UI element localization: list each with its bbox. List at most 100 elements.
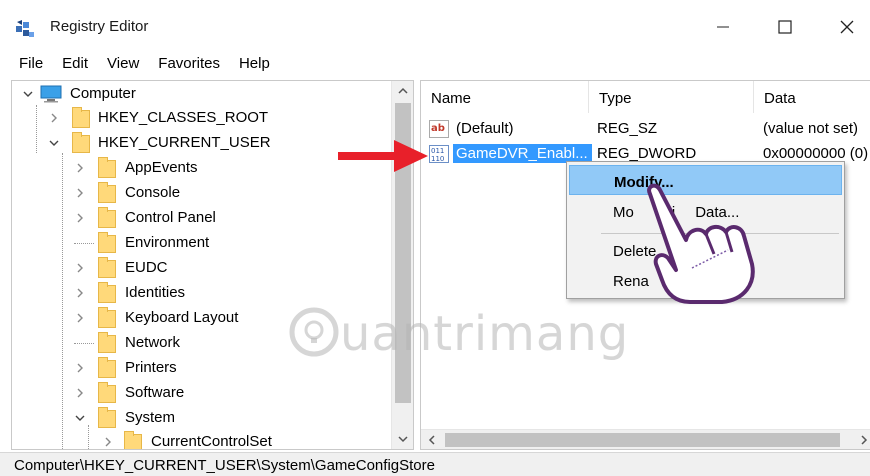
tree-label: HKEY_CLASSES_ROOT [98, 109, 269, 126]
chevron-right-icon[interactable] [74, 387, 86, 399]
chevron-up-icon [398, 87, 408, 94]
folder-icon [98, 307, 116, 328]
chevron-right-icon[interactable] [74, 187, 86, 199]
folder-icon [98, 232, 116, 253]
value-type: REG_SZ [597, 120, 658, 137]
chevron-right-icon[interactable] [74, 262, 86, 274]
column-header-data[interactable]: Data [754, 81, 870, 113]
tree-label: HKEY_CURRENT_USER [98, 134, 271, 151]
tree-label: Software [125, 384, 185, 401]
value-row-default[interactable]: ab (Default) REG_SZ (value not set) [427, 117, 867, 141]
tree-item-console[interactable]: Console [12, 181, 392, 205]
tree-label: Environment [125, 234, 210, 251]
close-button[interactable] [824, 10, 870, 44]
pointing-hand-icon [647, 183, 755, 304]
chevron-right-icon[interactable] [48, 112, 60, 124]
folder-icon [98, 332, 116, 353]
chevron-down-icon[interactable] [74, 412, 86, 424]
folder-icon [98, 407, 116, 428]
registry-editor-icon [16, 20, 34, 37]
key-tree[interactable]: Computer HKEY_CLASSES_ROOT HKEY_CURRENT_… [11, 80, 414, 450]
tree-label: System [125, 409, 176, 426]
close-icon [840, 20, 854, 34]
chevron-right-icon[interactable] [74, 287, 86, 299]
folder-icon [98, 282, 116, 303]
tree-item-software[interactable]: Software [12, 381, 392, 405]
watermark: uantrimang [288, 306, 629, 362]
svg-text:011: 011 [431, 147, 444, 155]
chevron-right-icon[interactable] [859, 434, 869, 446]
menu-bar: File Edit View Favorites Help [0, 52, 870, 76]
tree-item-identities[interactable]: Identities [12, 281, 392, 305]
string-value-icon: ab [429, 120, 449, 138]
folder-icon [98, 157, 116, 178]
folder-icon [124, 431, 142, 449]
maximize-icon [778, 20, 792, 34]
title-bar: Registry Editor [0, 0, 870, 52]
folder-icon [98, 382, 116, 403]
svg-text:110: 110 [431, 155, 444, 163]
tree-label: Keyboard Layout [125, 309, 239, 326]
tree-item-system[interactable]: System [12, 406, 392, 430]
value-data: (value not set) [763, 120, 859, 137]
tree-item-eudc[interactable]: EUDC [12, 256, 392, 280]
tree-item-environment[interactable]: Environment [12, 231, 392, 255]
menu-view[interactable]: View [107, 52, 147, 76]
tree-item-hkey-current-user[interactable]: HKEY_CURRENT_USER [12, 131, 392, 155]
status-bar: Computer\HKEY_CURRENT_USER\System\GameCo… [0, 452, 870, 476]
chevron-down-icon[interactable] [22, 88, 34, 100]
svg-text:ab: ab [431, 123, 445, 134]
chevron-right-icon[interactable] [102, 436, 114, 448]
tree-item-control-panel[interactable]: Control Panel [12, 206, 392, 230]
column-header-type[interactable]: Type [589, 81, 754, 113]
list-horizontal-scrollbar[interactable] [421, 429, 870, 449]
minimize-button[interactable] [700, 10, 746, 44]
menu-help[interactable]: Help [239, 52, 278, 76]
tree-label: Printers [125, 359, 177, 376]
tree-vertical-scrollbar[interactable] [391, 81, 413, 449]
minimize-icon [717, 26, 729, 28]
chevron-down-icon[interactable] [48, 137, 60, 149]
tree-label: Computer [70, 85, 136, 102]
tree-item-appevents[interactable]: AppEvents [12, 156, 392, 180]
tree-item-currentcontrolset[interactable]: CurrentControlSet [12, 430, 392, 450]
tree-label: Network [125, 334, 181, 351]
computer-icon [40, 85, 62, 103]
window-title: Registry Editor [50, 18, 149, 35]
value-type: REG_DWORD [597, 145, 697, 162]
tree-label: Console [125, 184, 181, 201]
tree-label: EUDC [125, 259, 168, 276]
scroll-up-button[interactable] [392, 81, 413, 101]
tree-label: Control Panel [125, 209, 216, 226]
scroll-down-button[interactable] [392, 429, 413, 449]
menu-edit[interactable]: Edit [62, 52, 96, 76]
folder-icon [98, 182, 116, 203]
folder-icon [72, 132, 90, 153]
tree-label: Identities [125, 284, 186, 301]
chevron-right-icon[interactable] [74, 212, 86, 224]
tree-label: CurrentControlSet [151, 433, 272, 450]
chevron-right-icon[interactable] [74, 362, 86, 374]
tree-guide [74, 343, 94, 344]
maximize-button[interactable] [762, 10, 808, 44]
menu-file[interactable]: File [19, 52, 51, 76]
value-name: (Default) [456, 120, 514, 137]
tree-label: AppEvents [125, 159, 198, 176]
tree-item-hkey-classes-root[interactable]: HKEY_CLASSES_ROOT [12, 106, 392, 130]
value-data: 0x00000000 (0) [763, 145, 869, 162]
tree-guide [74, 243, 94, 244]
scroll-thumb[interactable] [445, 433, 840, 447]
menu-favorites[interactable]: Favorites [158, 52, 228, 76]
folder-icon [72, 107, 90, 128]
chevron-left-icon[interactable] [427, 434, 437, 446]
folder-icon [98, 357, 116, 378]
folder-icon [98, 207, 116, 228]
chevron-right-icon[interactable] [74, 312, 86, 324]
red-arrow-pointer [338, 140, 428, 172]
folder-icon [98, 257, 116, 278]
chevron-down-icon [398, 436, 408, 443]
chevron-right-icon[interactable] [74, 162, 86, 174]
binary-value-icon: 011 110 [429, 145, 449, 163]
column-header-name[interactable]: Name [421, 81, 589, 113]
tree-item-computer[interactable]: Computer [12, 82, 392, 106]
